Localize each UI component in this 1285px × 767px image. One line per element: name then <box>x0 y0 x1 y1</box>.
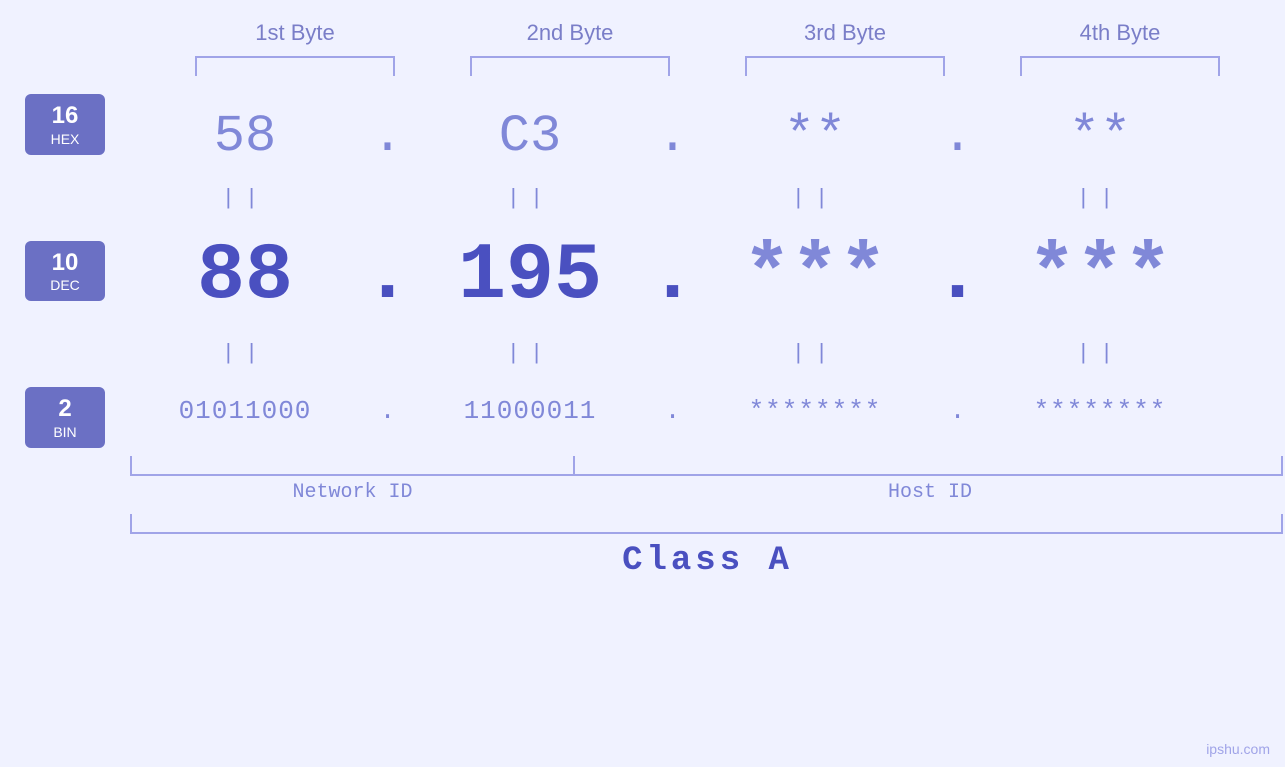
hex-dot2: . <box>645 107 700 166</box>
bin-dot2: . <box>645 396 700 426</box>
right-data-col: 58 . C3 . ** . ** || <box>130 91 1285 451</box>
rows-wrapper: 16 HEX 10 DEC 2 BIN <box>0 91 1285 451</box>
dec-b1-cell: 88 <box>130 231 360 322</box>
eq2-b3: || <box>700 341 930 366</box>
hex-b1: 58 <box>214 107 276 166</box>
bracket-bottom-network <box>130 456 575 476</box>
watermark: ipshu.com <box>1206 741 1270 757</box>
eq2-b2: || <box>415 341 645 366</box>
eq1-b1: || <box>130 186 360 211</box>
bin-dot3: . <box>930 396 985 426</box>
dec-row: 88 . 195 . *** . *** <box>130 216 1285 336</box>
eq1-b2: || <box>415 186 645 211</box>
bracket-class <box>130 514 1283 534</box>
host-id-label: Host ID <box>575 481 1285 504</box>
headers-row: 1st Byte 2nd Byte 3rd Byte 4th Byte <box>158 20 1258 46</box>
bin-b3-cell: ******** <box>700 396 930 426</box>
class-label: Class A <box>622 542 793 580</box>
dec-number: 10 <box>37 249 93 278</box>
dec-b2: 195 <box>458 231 602 322</box>
bin-b2: 11000011 <box>464 396 597 426</box>
dec-b3: *** <box>743 231 887 322</box>
dec-dot1: . <box>360 231 415 322</box>
dec-dot2: . <box>645 231 700 322</box>
bracket-top-1 <box>195 56 395 76</box>
eq-row-1: || || || || <box>130 181 1285 216</box>
hex-b4-cell: ** <box>985 107 1215 166</box>
hex-b3-cell: ** <box>700 107 930 166</box>
eq1-b3: || <box>700 186 930 211</box>
bracket-top-2 <box>470 56 670 76</box>
dec-label: DEC <box>37 277 93 293</box>
hex-b2: C3 <box>499 107 561 166</box>
main-container: 1st Byte 2nd Byte 3rd Byte 4th Byte 16 H… <box>0 0 1285 767</box>
hex-b4: ** <box>1069 107 1131 166</box>
header-byte1: 1st Byte <box>185 20 405 46</box>
bin-dot1: . <box>360 396 415 426</box>
eq2-b4: || <box>985 341 1215 366</box>
hex-dot3: . <box>930 107 985 166</box>
dec-dot3: . <box>930 231 985 322</box>
bin-b4-cell: ******** <box>985 396 1215 426</box>
header-byte4: 4th Byte <box>1010 20 1230 46</box>
hex-b2-cell: C3 <box>415 107 645 166</box>
bracket-bottom-host <box>573 456 1283 476</box>
hex-b3: ** <box>784 107 846 166</box>
hex-badge: 16 HEX <box>25 94 105 155</box>
dec-badge: 10 DEC <box>25 241 105 302</box>
dec-b4: *** <box>1028 231 1172 322</box>
left-badges-col: 16 HEX 10 DEC 2 BIN <box>0 91 130 451</box>
hex-b1-cell: 58 <box>130 107 360 166</box>
bin-number: 2 <box>37 395 93 424</box>
bracket-top-3 <box>745 56 945 76</box>
bin-b2-cell: 11000011 <box>415 396 645 426</box>
bin-label: BIN <box>37 424 93 440</box>
header-byte2: 2nd Byte <box>460 20 680 46</box>
bin-b1: 01011000 <box>179 396 312 426</box>
bin-b4: ******** <box>1034 396 1167 426</box>
top-brackets-row <box>158 56 1258 76</box>
bin-row: 01011000 . 11000011 . ******** . *******… <box>130 371 1285 451</box>
dec-b2-cell: 195 <box>415 231 645 322</box>
dec-b1: 88 <box>197 231 293 322</box>
eq-row-2: || || || || <box>130 336 1285 371</box>
hex-dot1: . <box>360 107 415 166</box>
bracket-top-4 <box>1020 56 1220 76</box>
hex-number: 16 <box>37 102 93 131</box>
bin-b3: ******** <box>749 396 882 426</box>
eq2-b1: || <box>130 341 360 366</box>
header-byte3: 3rd Byte <box>735 20 955 46</box>
dec-b4-cell: *** <box>985 231 1215 322</box>
dec-b3-cell: *** <box>700 231 930 322</box>
hex-label: HEX <box>37 131 93 147</box>
eq1-b4: || <box>985 186 1215 211</box>
bin-badge: 2 BIN <box>25 387 105 448</box>
bin-b1-cell: 01011000 <box>130 396 360 426</box>
hex-row: 58 . C3 . ** . ** <box>130 91 1285 181</box>
network-id-label: Network ID <box>130 481 575 504</box>
